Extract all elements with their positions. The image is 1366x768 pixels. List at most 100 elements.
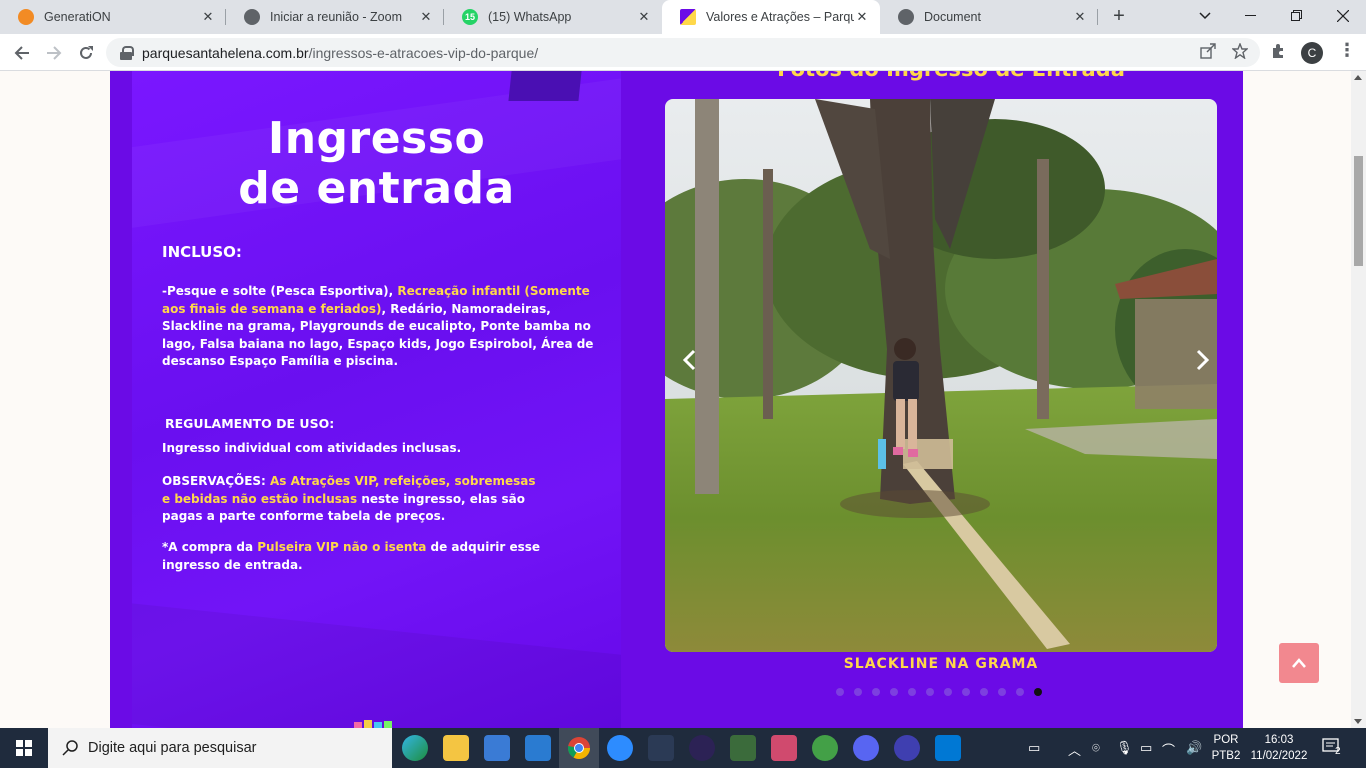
- zoom-icon[interactable]: [607, 735, 633, 761]
- tab-label: Document: [924, 10, 981, 24]
- gallery-next-button[interactable]: [1191, 349, 1215, 373]
- notification-center-button[interactable]: 2: [1322, 738, 1344, 758]
- slackline-photo: [665, 99, 1217, 652]
- eclipse-icon[interactable]: [689, 735, 715, 761]
- mail-icon[interactable]: [525, 735, 551, 761]
- close-icon[interactable]: ✕: [854, 9, 870, 25]
- volume-icon[interactable]: 🔊: [1186, 740, 1202, 756]
- url-path: /ingressos-e-atracoes-vip-do-parque/: [308, 44, 539, 61]
- clock-date: 11/02/2022: [1250, 750, 1308, 762]
- file-explorer-icon[interactable]: [443, 735, 469, 761]
- pagination-dot[interactable]: [872, 688, 880, 696]
- minimize-button[interactable]: [1228, 0, 1274, 32]
- chevron-up-tray-icon[interactable]: ︿: [1068, 740, 1081, 759]
- pagination-dot[interactable]: [926, 688, 934, 696]
- vscode-icon[interactable]: [935, 735, 961, 761]
- gallery-prev-button[interactable]: [677, 349, 701, 373]
- whatsapp-icon: 15: [462, 9, 478, 25]
- restore-button[interactable]: [1274, 0, 1320, 32]
- pycharm-icon[interactable]: [648, 735, 674, 761]
- extensions-icon[interactable]: [1270, 43, 1286, 63]
- scroll-up-icon[interactable]: [1354, 75, 1362, 80]
- pagination-dot-active[interactable]: [1034, 688, 1042, 696]
- gallery-photo-slackline[interactable]: [665, 99, 1217, 652]
- scrollbar-thumb[interactable]: [1354, 156, 1363, 266]
- pagination-dot[interactable]: [908, 688, 916, 696]
- tab-generation[interactable]: GeneratiON ✕: [0, 0, 226, 34]
- close-icon[interactable]: ✕: [1072, 9, 1088, 25]
- tab-document[interactable]: Document ✕: [880, 0, 1098, 34]
- language-indicator[interactable]: POR PTB2: [1206, 732, 1246, 764]
- chevron-right-icon: [1196, 349, 1210, 371]
- search-icon: [62, 740, 78, 756]
- close-icon[interactable]: ✕: [418, 9, 434, 25]
- pagination-dot[interactable]: [836, 688, 844, 696]
- back-to-top-button[interactable]: [1279, 643, 1319, 683]
- spring-icon[interactable]: [812, 735, 838, 761]
- pagination-dot[interactable]: [962, 688, 970, 696]
- tab-search-button[interactable]: [1182, 0, 1228, 32]
- address-bar[interactable]: parquesantahelena.com.br/ingressos-e-atr…: [106, 38, 1260, 67]
- pagination-dot[interactable]: [890, 688, 898, 696]
- pagination-dot[interactable]: [854, 688, 862, 696]
- gallery-column: Fotos do Ingresso de Entrada: [621, 71, 1243, 728]
- notification-count: 2: [1335, 746, 1341, 757]
- taskbar-clock[interactable]: 16:03 11/02/2022: [1247, 732, 1311, 764]
- pagination-dot[interactable]: [1016, 688, 1024, 696]
- globe-icon: [898, 9, 914, 25]
- close-icon[interactable]: ✕: [200, 9, 216, 25]
- git-icon[interactable]: [730, 735, 756, 761]
- store-icon[interactable]: [484, 735, 510, 761]
- tape-decoration: [508, 71, 582, 101]
- chrome-taskbar-button[interactable]: [559, 728, 599, 768]
- wifi-icon[interactable]: ⌒: [1162, 740, 1175, 759]
- meet-now-icon[interactable]: ⌾: [1092, 740, 1100, 756]
- forward-button[interactable]: [40, 39, 68, 67]
- incluso-heading: INCLUSO:: [162, 243, 242, 261]
- chevron-up-icon: [1292, 658, 1306, 668]
- keyboard-tray-icon[interactable]: ▭: [1028, 740, 1040, 756]
- new-tab-button[interactable]: +: [1108, 6, 1130, 28]
- photo-caption: SLACKLINE NA GRAMA: [843, 656, 1039, 672]
- minimize-icon: [1245, 15, 1256, 16]
- observacoes-text: OBSERVAÇÕES: As Atrações VIP, refeições,…: [162, 474, 536, 523]
- gallery-pagination: [836, 688, 1042, 696]
- close-window-button[interactable]: [1320, 0, 1366, 32]
- discord-icon[interactable]: [853, 735, 879, 761]
- tab-label: Iniciar a reunião - Zoom: [270, 10, 403, 24]
- scroll-down-icon[interactable]: [1354, 719, 1362, 724]
- reload-button[interactable]: [72, 39, 100, 67]
- tab-label: Valores e Atrações – Parque S: [706, 10, 854, 24]
- reload-icon: [80, 46, 93, 59]
- paint-icon[interactable]: [771, 735, 797, 761]
- tab-whatsapp[interactable]: 15 (15) WhatsApp ✕: [444, 0, 662, 34]
- close-icon[interactable]: ✕: [636, 9, 652, 25]
- pagination-dot[interactable]: [944, 688, 952, 696]
- page-scrollbar[interactable]: [1351, 71, 1366, 728]
- battery-icon[interactable]: ▭: [1140, 740, 1152, 756]
- menu-dots-icon[interactable]: ⋮: [1338, 40, 1356, 61]
- windows-logo-icon: [16, 740, 32, 756]
- globe-icon: [244, 9, 260, 25]
- tab-zoom[interactable]: Iniciar a reunião - Zoom ✕: [226, 0, 444, 34]
- pulseira-note-text: *A compra da Pulseira VIP não o isenta d…: [162, 540, 541, 572]
- url-domain: parquesantahelena.com.br: [142, 44, 309, 61]
- pagination-dot[interactable]: [980, 688, 988, 696]
- arrow-left-icon: [14, 46, 29, 60]
- tab-parque-active[interactable]: Valores e Atrações – Parque S ✕: [662, 0, 880, 34]
- microphone-icon[interactable]: 🎙: [1116, 740, 1133, 756]
- start-button[interactable]: [0, 728, 48, 768]
- taskbar-search[interactable]: Digite aqui para pesquisar: [48, 728, 392, 768]
- flyer-title-line2: de entrada: [238, 163, 515, 214]
- taskbar-search-placeholder: Digite aqui para pesquisar: [88, 740, 257, 756]
- edge-icon[interactable]: [402, 735, 428, 761]
- profile-avatar[interactable]: C: [1301, 42, 1323, 64]
- app-icon[interactable]: [894, 735, 920, 761]
- tab-strip: GeneratiON ✕ Iniciar a reunião - Zoom ✕ …: [0, 0, 1366, 34]
- back-button[interactable]: [8, 39, 36, 67]
- share-icon[interactable]: [1200, 43, 1216, 63]
- bookmark-star-icon[interactable]: [1231, 42, 1249, 63]
- restore-icon: [1291, 10, 1302, 21]
- chevron-left-icon: [682, 349, 696, 371]
- pagination-dot[interactable]: [998, 688, 1006, 696]
